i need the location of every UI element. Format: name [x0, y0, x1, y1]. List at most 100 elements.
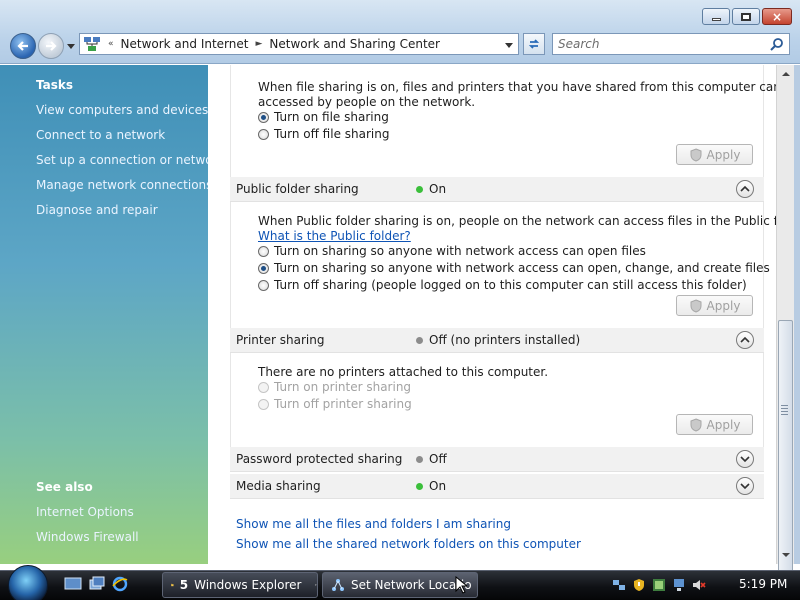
close-button[interactable]: × — [762, 8, 792, 25]
shield-icon — [690, 417, 702, 432]
radio-button[interactable] — [258, 245, 269, 257]
collapse-chevron-up-icon[interactable] — [736, 331, 754, 349]
apply-label: Apply — [706, 147, 741, 162]
public-folder-sharing-header[interactable]: Public folder sharing On — [230, 177, 764, 202]
network-icon — [84, 37, 100, 51]
radio-label: Turn off sharing (people logged on to th… — [274, 278, 747, 292]
task-view-computers[interactable]: View computers and devices — [36, 103, 208, 117]
breadcrumb-network-and-sharing-center[interactable]: Network and Sharing Center — [269, 37, 440, 51]
media-sharing-state: On — [429, 479, 447, 493]
arrow-left-icon — [17, 41, 28, 51]
scroll-up-arrow-icon[interactable] — [781, 69, 791, 79]
link-windows-firewall[interactable]: Windows Firewall — [36, 530, 139, 544]
main-content: When file sharing is on, files and print… — [208, 65, 776, 564]
expand-chevron-down-icon[interactable] — [736, 450, 754, 468]
radio-turn-on-file-sharing[interactable]: Turn on file sharing — [258, 110, 389, 124]
printer-sharing-title: Printer sharing — [236, 333, 325, 347]
tasks-pane: Tasks View computers and devices Connect… — [0, 65, 224, 564]
task-setup-connection[interactable]: Set up a connection or network — [36, 153, 224, 167]
what-is-public-folder-link[interactable]: What is the Public folder? — [258, 229, 411, 243]
radio-public-open-files[interactable]: Turn on sharing so anyone with network a… — [258, 244, 646, 258]
security-shield-icon[interactable] — [632, 578, 646, 592]
printer-sharing-description: There are no printers attached to this c… — [258, 365, 549, 379]
show-desktop-icon[interactable] — [64, 576, 82, 592]
taskbar-windows-explorer[interactable]: 5 Windows Explorer — [162, 572, 318, 598]
switch-windows-icon[interactable] — [88, 576, 106, 592]
search-box[interactable] — [552, 33, 790, 55]
start-orb-icon[interactable] — [8, 565, 48, 600]
breadcrumb-separator-icon: « — [108, 39, 114, 49]
tasks-heading: Tasks — [36, 78, 74, 92]
status-on-icon — [416, 186, 423, 193]
radio-label: Turn off printer sharing — [274, 397, 412, 411]
window-chrome: × « Network and Internet ► Network and S… — [0, 0, 800, 64]
radio-label: Turn on sharing so anyone with network a… — [274, 261, 770, 275]
address-bar[interactable]: « Network and Internet ► Network and Sha… — [79, 33, 519, 55]
network-tray-icon[interactable] — [612, 578, 626, 592]
window-controls: × — [702, 8, 792, 25]
media-sharing-title: Media sharing — [236, 479, 321, 493]
address-dropdown-icon[interactable] — [504, 40, 514, 50]
taskbar-clock[interactable]: 5:19 PM — [739, 577, 787, 591]
task-connect-network[interactable]: Connect to a network — [36, 128, 165, 142]
radio-public-turn-off[interactable]: Turn off sharing (people logged on to th… — [258, 278, 747, 292]
network-location-label: Set Network Locatio — [351, 578, 472, 592]
password-sharing-state: Off — [429, 452, 447, 466]
minimize-button[interactable] — [702, 8, 730, 25]
radio-button[interactable] — [258, 279, 269, 291]
recent-pages-dropdown-icon[interactable] — [66, 41, 76, 51]
password-sharing-title: Password protected sharing — [236, 452, 403, 466]
explorer-label: Windows Explorer — [194, 578, 302, 592]
close-icon: × — [771, 9, 783, 24]
printer-sharing-header[interactable]: Printer sharing Off (no printers install… — [230, 328, 764, 353]
radio-turn-off-printer-sharing: Turn off printer sharing — [258, 397, 412, 411]
public-folder-apply-button[interactable]: Apply — [676, 295, 753, 316]
internet-explorer-icon[interactable] — [111, 576, 129, 592]
status-off-icon — [416, 456, 423, 463]
vertical-scrollbar[interactable] — [776, 65, 794, 600]
printer-sharing-apply-button[interactable]: Apply — [676, 414, 753, 435]
show-shared-files-link[interactable]: Show me all the files and folders I am s… — [236, 517, 511, 531]
radio-button-selected[interactable] — [258, 262, 269, 274]
window-border — [794, 65, 800, 564]
back-button[interactable] — [10, 33, 36, 59]
radio-button[interactable] — [258, 128, 269, 140]
media-sharing-header[interactable]: Media sharing On — [230, 474, 764, 499]
task-manage-connections[interactable]: Manage network connections — [36, 178, 212, 192]
volume-muted-icon[interactable] — [692, 578, 706, 592]
maximize-button[interactable] — [732, 8, 760, 25]
collapse-chevron-up-icon[interactable] — [736, 180, 754, 198]
radio-turn-on-printer-sharing: Turn on printer sharing — [258, 380, 411, 394]
scroll-down-arrow-icon[interactable] — [781, 550, 791, 560]
breadcrumb-network-and-internet[interactable]: Network and Internet — [121, 37, 249, 51]
radio-turn-off-file-sharing[interactable]: Turn off file sharing — [258, 127, 389, 141]
forward-button[interactable] — [38, 33, 64, 59]
public-folder-description: When Public folder sharing is on, people… — [258, 214, 776, 228]
folder-icon — [171, 583, 174, 587]
radio-button-disabled — [258, 381, 269, 393]
see-also-heading: See also — [36, 480, 93, 494]
expand-chevron-down-icon[interactable] — [736, 477, 754, 495]
radio-label: Turn on printer sharing — [274, 380, 412, 394]
search-input[interactable] — [558, 35, 768, 53]
windows-defender-icon[interactable] — [652, 578, 666, 592]
file-sharing-description-1: When file sharing is on, files and print… — [258, 80, 776, 94]
refresh-button[interactable] — [523, 33, 545, 55]
arrow-right-icon — [46, 41, 57, 51]
task-diagnose-repair[interactable]: Diagnose and repair — [36, 203, 158, 217]
link-internet-options[interactable]: Internet Options — [36, 505, 134, 519]
file-sharing-description-2: accessed by people on the network. — [258, 95, 476, 109]
radio-public-open-change-create[interactable]: Turn on sharing so anyone with network a… — [258, 261, 770, 275]
show-shared-folders-link[interactable]: Show me all the shared network folders o… — [236, 537, 581, 551]
radio-button-selected[interactable] — [258, 111, 269, 123]
radio-label: Turn on sharing so anyone with network a… — [274, 244, 646, 258]
radio-label: Turn on file sharing — [274, 110, 389, 124]
printer-sharing-panel: There are no printers attached to this c… — [230, 353, 764, 447]
password-sharing-header[interactable]: Password protected sharing Off — [230, 447, 764, 472]
refresh-icon — [528, 39, 540, 49]
file-sharing-apply-button[interactable]: Apply — [676, 144, 753, 165]
network-status-icon[interactable] — [672, 578, 686, 592]
chevron-right-icon[interactable]: ► — [255, 39, 262, 49]
printer-sharing-state: Off (no printers installed) — [429, 333, 581, 347]
search-icon[interactable] — [770, 37, 784, 51]
